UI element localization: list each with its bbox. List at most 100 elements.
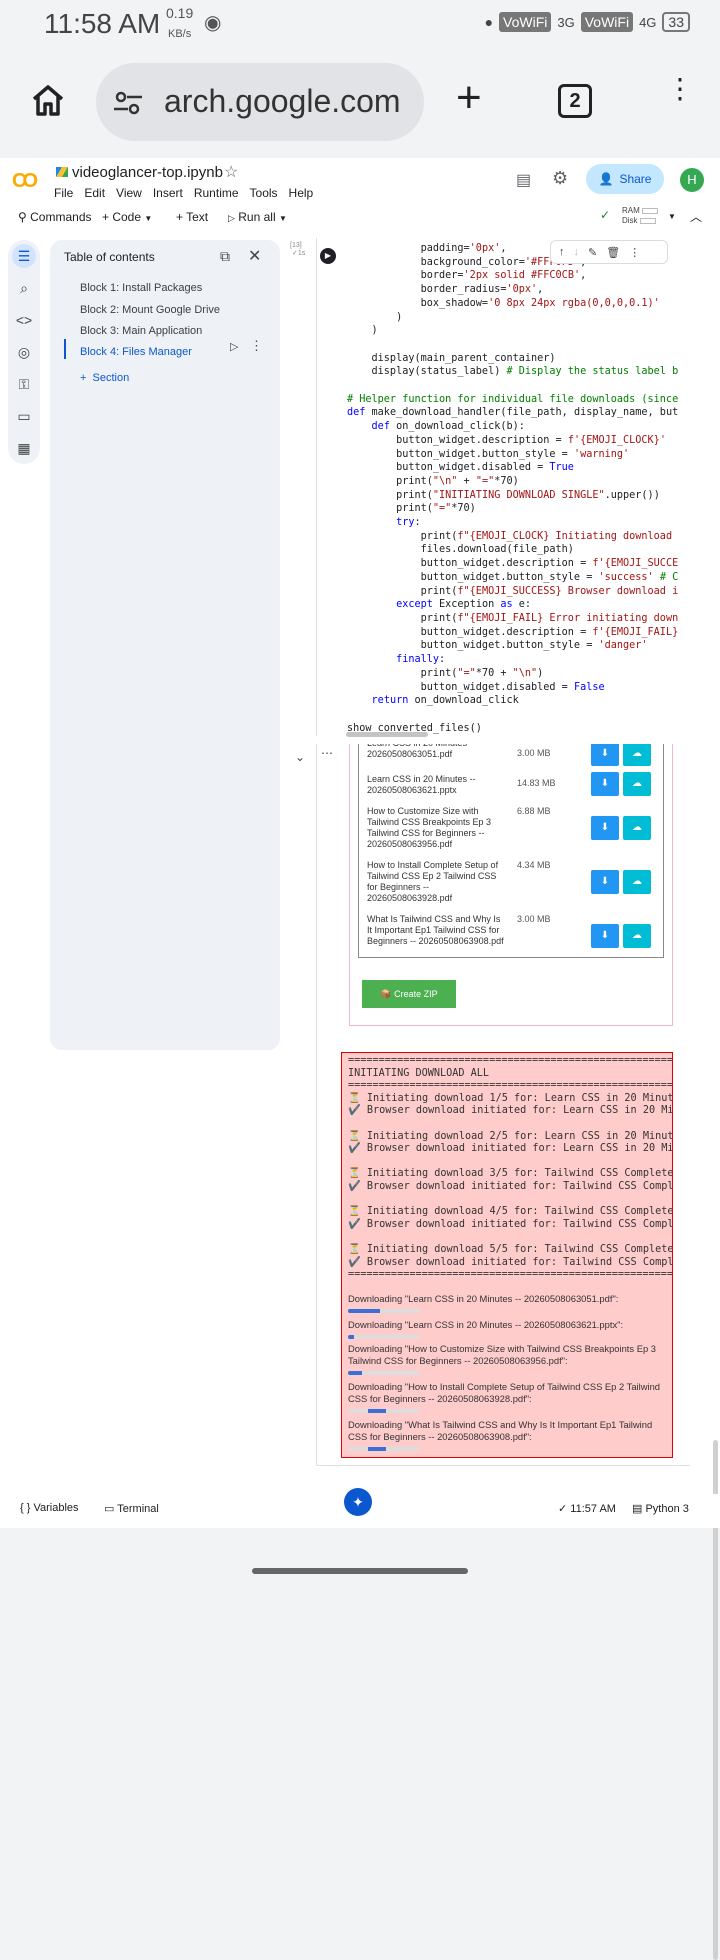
home-button[interactable] <box>30 82 66 118</box>
add-code-button[interactable]: + Code ▼ <box>102 210 152 224</box>
toc-item-block-2[interactable]: Block 2: Mount Google Drive <box>80 304 220 316</box>
code-snippets-icon[interactable]: <> <box>12 308 36 332</box>
notebook-title[interactable]: videoglancer-top.ipynb <box>56 164 223 181</box>
site-settings-icon[interactable] <box>112 87 144 119</box>
menu-tools[interactable]: Tools <box>250 186 278 200</box>
code-text[interactable]: padding='0px', background_color='#FFF0F5… <box>347 242 678 735</box>
comment-icon[interactable]: ▤ <box>516 170 531 190</box>
download-progress-label: Downloading "What Is Tailwind CSS and Wh… <box>348 1419 653 1442</box>
download-progress-fill <box>348 1371 363 1375</box>
address-bar[interactable]: arch.google.com <box>96 63 424 141</box>
variables-button[interactable]: { } Variables <box>20 1502 79 1514</box>
cloud-button[interactable]: ☁ <box>623 816 651 840</box>
signal-3g: 3G <box>557 14 575 30</box>
run-section-icon[interactable]: ▷ <box>230 340 238 353</box>
cloud-button[interactable]: ☁ <box>623 772 651 796</box>
collapse-output-icon[interactable]: ⌄ <box>295 750 305 764</box>
menu-help[interactable]: Help <box>289 186 314 200</box>
file-row: How to Customize Size with Tailwind CSS … <box>359 806 665 856</box>
file-size: 4.34 MB <box>517 860 551 870</box>
cloud-button[interactable]: ☁ <box>623 924 651 948</box>
move-down-icon[interactable]: ↓ <box>574 246 580 258</box>
menu-edit[interactable]: Edit <box>84 186 105 200</box>
file-name: Learn CSS in 20 Minutes -- 2026050806362… <box>367 774 476 795</box>
menu-file[interactable]: File <box>54 186 73 200</box>
terminal-button[interactable]: ▭ Terminal <box>104 1502 159 1515</box>
browser-toolbar: arch.google.com + 2 ⋮ <box>0 50 720 156</box>
ram-label: RAM <box>622 206 640 215</box>
notebook-title-text[interactable]: videoglancer-top.ipynb <box>72 164 223 181</box>
download-progress-bar <box>348 1409 420 1413</box>
signal-4g: 4G <box>639 14 657 30</box>
download-progress-label: Downloading "How to Customize Size with … <box>348 1343 656 1366</box>
edit-icon[interactable]: ✎ <box>588 246 597 259</box>
menu-runtime[interactable]: Runtime <box>194 186 239 200</box>
new-tab-button[interactable]: + <box>456 76 482 120</box>
close-icon[interactable]: ✕ <box>248 246 261 266</box>
tab-switcher-button[interactable]: 2 <box>558 84 592 118</box>
horizontal-scrollbar[interactable] <box>346 732 428 737</box>
folder-icon[interactable]: ▭ <box>12 404 36 428</box>
run-all-button[interactable]: ▷ Run all ▼ <box>228 210 287 224</box>
output-options-icon[interactable]: ⋯ <box>321 746 333 760</box>
notebook-area: [13] ✓1s ▶ padding='0px', background_col… <box>288 238 718 1960</box>
side-rail: ☰ ⌕ <> ◎ ⚿ ▭ ▦ <box>8 240 40 464</box>
more-options-icon[interactable]: ⋮ <box>629 246 640 259</box>
file-name: How to Install Complete Setup of Tailwin… <box>367 860 499 903</box>
download-progress-fill <box>368 1447 387 1451</box>
url-text[interactable]: arch.google.com <box>164 83 401 120</box>
download-button[interactable]: ⬇ <box>591 744 619 766</box>
add-section-button[interactable]: + Section <box>80 372 129 384</box>
commands-button[interactable]: ⚲ Commands <box>18 210 92 224</box>
gemini-button[interactable]: ✦ <box>344 1488 372 1516</box>
code-cell[interactable]: [13] ✓1s ▶ padding='0px', background_col… <box>288 238 694 744</box>
secrets-key-icon[interactable]: ⚿ <box>12 372 36 396</box>
toc-icon[interactable]: ☰ <box>12 244 36 268</box>
gear-icon[interactable]: ⚙ <box>552 168 568 189</box>
open-in-tab-icon[interactable]: ⧉ <box>220 248 230 265</box>
download-button[interactable]: ⬇ <box>591 772 619 796</box>
check-icon: ✓ <box>558 1503 568 1515</box>
variable-inspector-icon[interactable]: ◎ <box>12 340 36 364</box>
download-progress-fill <box>348 1335 354 1339</box>
share-button[interactable]: 👤 Share <box>586 164 664 194</box>
toc-item-block-1[interactable]: Block 1: Install Packages <box>80 282 202 294</box>
runtime-icon: ▤ <box>632 1503 643 1515</box>
data-table-icon[interactable]: ▦ <box>12 436 36 460</box>
runtime-dropdown-icon[interactable]: ▼ <box>668 212 676 221</box>
delete-icon[interactable]: 🗑 <box>606 246 620 259</box>
menu-insert[interactable]: Insert <box>153 186 183 200</box>
cloud-button[interactable]: ☁ <box>623 744 651 766</box>
runtime-type[interactable]: ▤ Python 3 <box>632 1502 689 1515</box>
avatar[interactable]: H <box>680 168 704 192</box>
create-zip-button[interactable]: 📦 Create ZIP <box>362 980 456 1008</box>
colab-app: CO videoglancer-top.ipynb ☆ File Edit Vi… <box>0 158 720 1960</box>
collapse-header-icon[interactable]: ︿ <box>690 208 702 225</box>
vowifi-badge: VoWiFi <box>499 12 552 32</box>
download-button[interactable]: ⬇ <box>591 924 619 948</box>
disk-label: Disk <box>622 216 638 225</box>
download-button[interactable]: ⬇ <box>591 870 619 894</box>
toc-item-block-3[interactable]: Block 3: Main Application <box>80 325 202 337</box>
file-size: 14.83 MB <box>517 778 556 788</box>
gesture-navigation-bar[interactable] <box>252 1568 468 1574</box>
move-up-icon[interactable]: ↑ <box>559 246 565 258</box>
more-options-icon[interactable]: ⋮ <box>250 338 263 354</box>
cloud-button[interactable]: ☁ <box>623 870 651 894</box>
chevron-down-icon: ▼ <box>144 214 153 223</box>
add-text-button[interactable]: + Text <box>176 210 208 224</box>
star-icon[interactable]: ☆ <box>224 162 238 182</box>
download-button[interactable]: ⬇ <box>591 816 619 840</box>
browser-menu-button[interactable]: ⋮ <box>666 75 694 103</box>
file-row: What Is Tailwind CSS and Why Is It Impor… <box>359 914 665 958</box>
toc-item-block-4[interactable]: Block 4: Files Manager <box>80 346 192 358</box>
toc-active-indicator <box>64 339 66 359</box>
resource-monitor[interactable]: RAM Disk <box>622 206 658 226</box>
menu-view[interactable]: View <box>116 186 142 200</box>
share-icon: 👤 <box>598 172 614 186</box>
network-speed-unit: KB/s <box>168 28 192 40</box>
last-run-status[interactable]: ✓ 11:57 AM <box>558 1502 616 1515</box>
code-editor[interactable]: padding='0px', background_color='#FFF0F5… <box>316 238 690 736</box>
colab-logo[interactable]: CO <box>12 170 38 193</box>
find-icon[interactable]: ⌕ <box>12 276 36 300</box>
